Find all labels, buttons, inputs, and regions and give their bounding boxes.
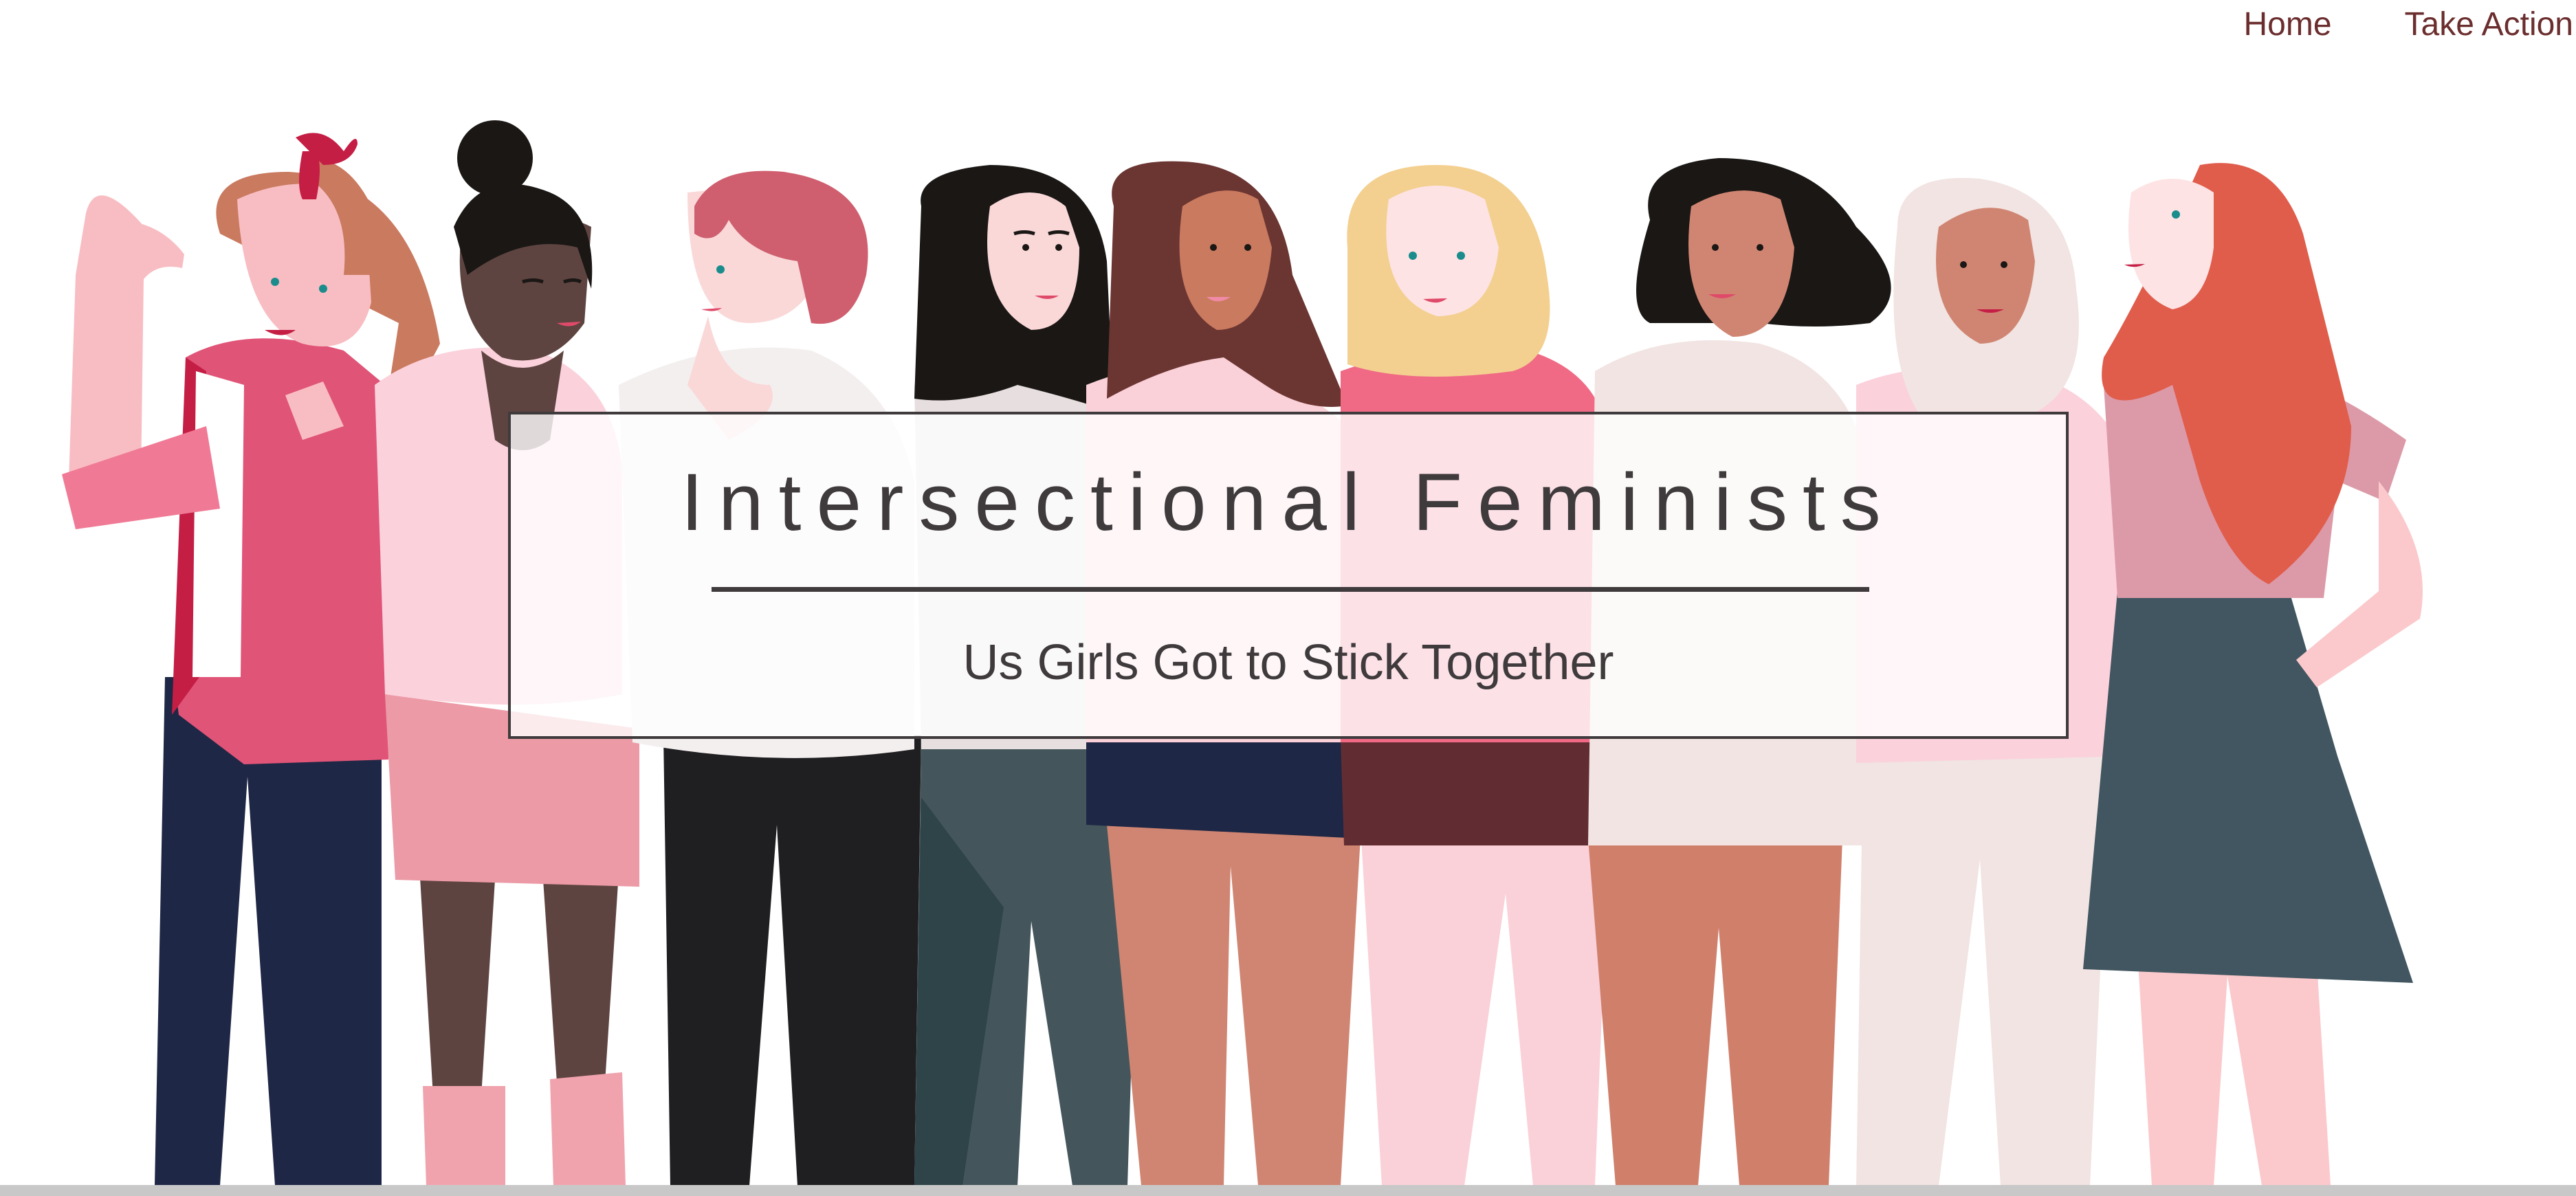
woman-9-figure	[2083, 163, 2423, 1186]
top-navigation: Home Take Action	[2243, 0, 2576, 48]
hero-title-box: Intersectional Feminists Us Girls Got to…	[508, 412, 2069, 739]
woman-1-figure	[62, 133, 440, 1186]
title-divider	[712, 587, 1869, 592]
page-title: Intersectional Feminists	[681, 457, 1896, 548]
nav-link-home[interactable]: Home	[2243, 5, 2331, 43]
hero-tagline: Us Girls Got to Stick Together	[962, 635, 1614, 690]
nav-link-take-action[interactable]: Take Action	[2405, 5, 2573, 43]
horizontal-scrollbar[interactable]	[0, 1185, 2576, 1196]
